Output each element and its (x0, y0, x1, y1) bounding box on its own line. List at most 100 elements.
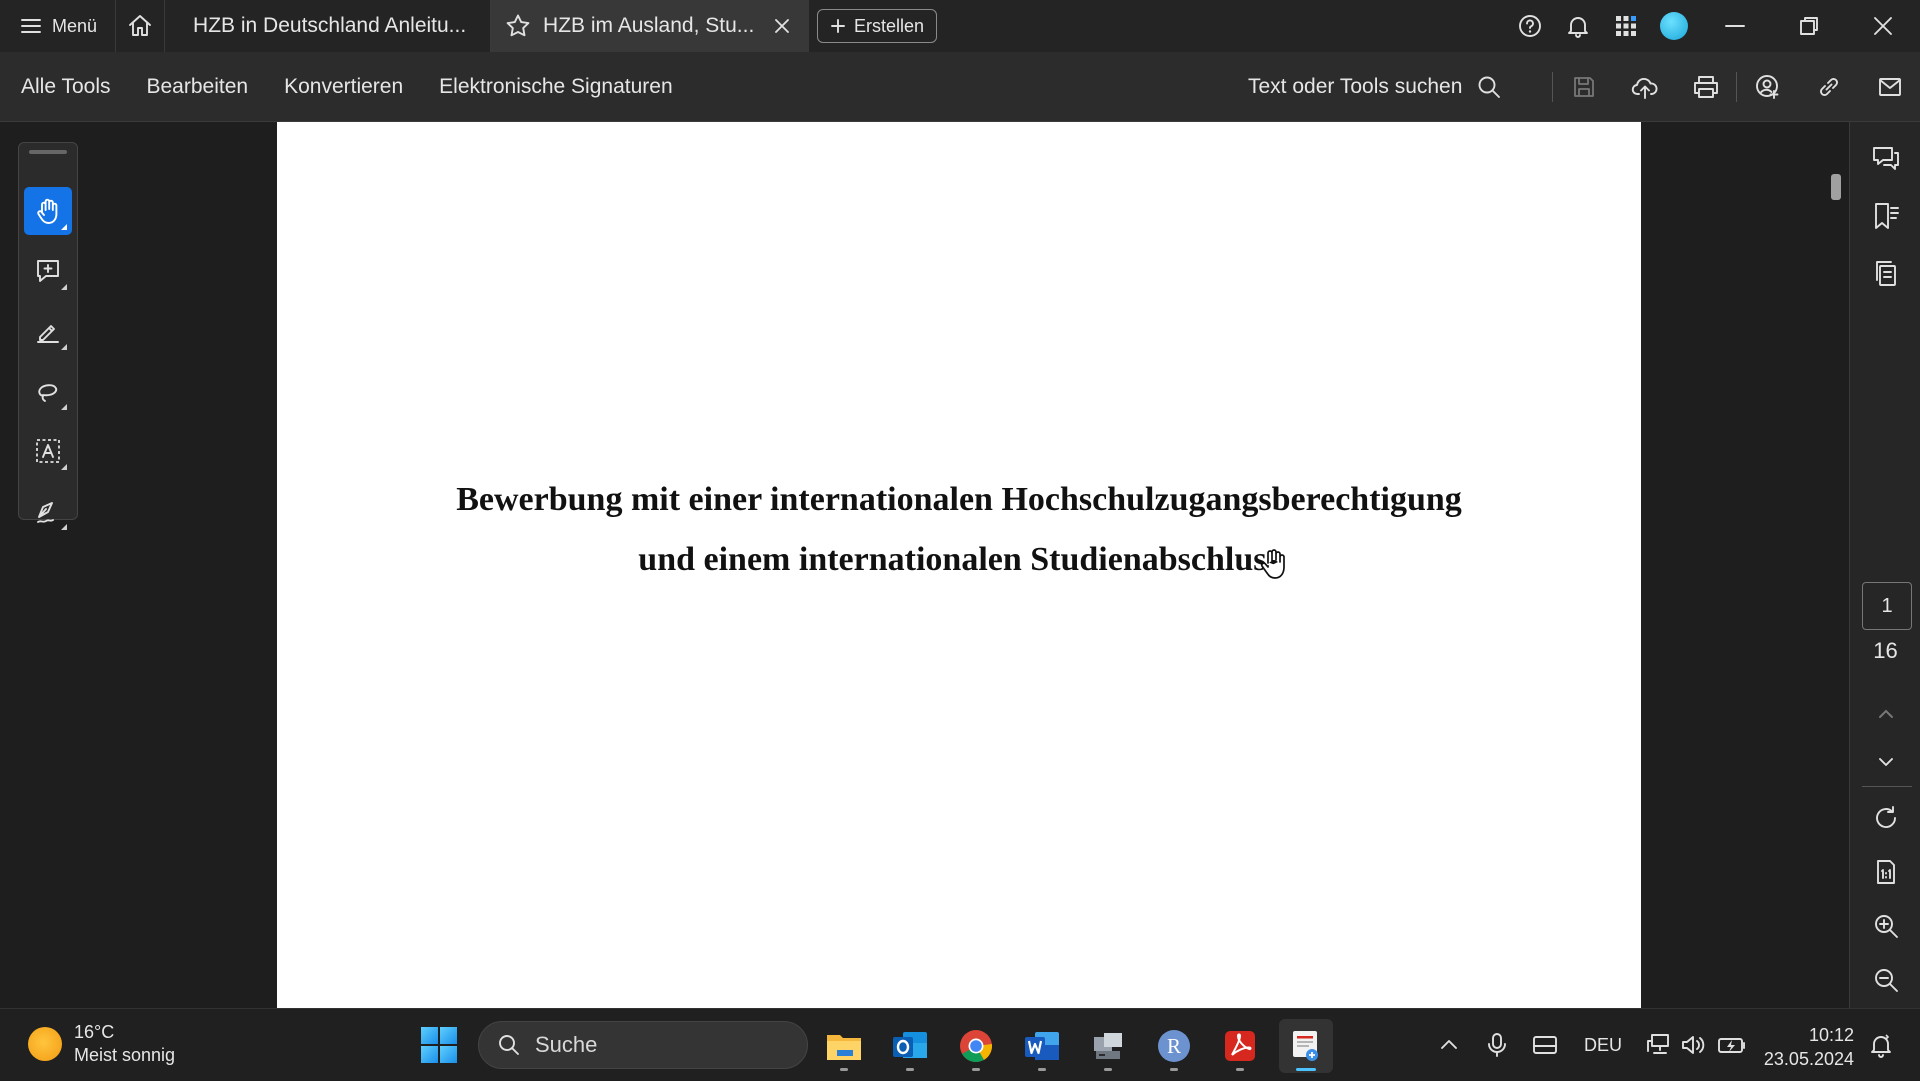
create-button[interactable]: Erstellen (817, 9, 938, 43)
hand-tool[interactable] (24, 187, 72, 235)
system-clock[interactable]: 10:12 23.05.2024 (1762, 1023, 1854, 1071)
user-avatar[interactable] (1660, 12, 1688, 40)
taskbar-search[interactable]: Suche (478, 1021, 808, 1069)
computer-network-icon (1094, 1033, 1122, 1059)
minimize-icon (1725, 25, 1745, 27)
close-window-button[interactable] (1846, 0, 1920, 52)
windows-logo-tile (421, 1046, 438, 1063)
tool-search-label: Text oder Tools suchen (1248, 75, 1463, 98)
menu-button[interactable]: Menü (0, 0, 115, 52)
weather-widget[interactable]: 16°C Meist sonnig (28, 1021, 175, 1067)
acrobat-icon (1225, 1031, 1255, 1061)
document-page[interactable]: Bewerbung mit einer internationalen Hoch… (277, 122, 1641, 1008)
left-panel (0, 122, 277, 1008)
rotate-button[interactable] (1850, 792, 1920, 844)
minimize-button[interactable] (1698, 0, 1772, 52)
taskbar-active-pdf-app[interactable] (1279, 1019, 1333, 1073)
more-options-indicator (61, 224, 67, 230)
home-button[interactable] (115, 0, 166, 52)
toolbar-actions (1552, 52, 1920, 122)
weather-description: Meist sonnig (74, 1045, 176, 1065)
svg-text:R: R (1167, 1034, 1181, 1058)
start-button[interactable] (421, 1027, 457, 1063)
zoom-in-icon (1874, 915, 1898, 938)
chrome-icon (960, 1030, 993, 1063)
share-button[interactable] (1737, 52, 1798, 122)
tab-label: HZB in Deutschland Anleitu... (193, 14, 467, 37)
save-button[interactable] (1553, 52, 1614, 122)
print-button[interactable] (1675, 52, 1736, 122)
taskbar-chrome[interactable] (949, 1019, 1003, 1073)
microphone-icon (1488, 1033, 1506, 1057)
running-indicator (840, 1068, 848, 1071)
rotate-icon (1875, 806, 1896, 828)
zoom-out-button[interactable] (1850, 954, 1920, 1006)
taskbar-r-app[interactable]: R (1147, 1019, 1201, 1073)
title-bar-right (1506, 0, 1920, 52)
quick-tools-bar (18, 142, 78, 530)
vertical-scrollbar[interactable] (1831, 174, 1841, 200)
highlight-tool[interactable] (24, 307, 72, 355)
taskbar-network-app[interactable] (1081, 1019, 1135, 1073)
network-status[interactable] (1644, 1009, 1674, 1081)
menu-all-tools[interactable]: Alle Tools (0, 75, 129, 99)
drag-handle[interactable] (29, 150, 67, 154)
weather-temperature: 16°C (74, 1022, 115, 1042)
outlook-icon (893, 1032, 927, 1058)
copy-link-button[interactable] (1798, 52, 1859, 122)
previous-page-button[interactable] (1850, 688, 1920, 740)
windows-logo-tile (440, 1046, 457, 1063)
volume-control[interactable] (1678, 1009, 1708, 1081)
microphone-button[interactable] (1480, 1009, 1514, 1081)
restore-icon (1800, 17, 1818, 35)
star-icon[interactable] (505, 13, 531, 39)
tab-hzb-ausland[interactable]: HZB im Ausland, Stu... (491, 0, 810, 52)
apps-button[interactable] (1602, 0, 1650, 52)
running-indicator (1236, 1068, 1244, 1071)
taskbar-acrobat[interactable] (1213, 1019, 1267, 1073)
windows-logo-tile (421, 1027, 438, 1044)
close-tab-icon[interactable] (773, 17, 791, 35)
right-panel-rail: 1 16 (1849, 122, 1920, 1008)
email-button[interactable] (1859, 52, 1920, 122)
show-hidden-icons-button[interactable] (1432, 1009, 1466, 1081)
language-label: DEU (1583, 1034, 1622, 1055)
pen-icon (37, 325, 59, 343)
notification-center-button[interactable] (1864, 1009, 1898, 1081)
menu-edit[interactable]: Bearbeiten (129, 75, 267, 99)
battery-status[interactable] (1714, 1009, 1750, 1081)
bookmarks-panel-button[interactable] (1850, 190, 1920, 242)
draw-tool[interactable] (24, 367, 72, 415)
menu-convert[interactable]: Konvertieren (266, 75, 421, 99)
comments-panel-button[interactable] (1850, 133, 1920, 185)
add-comment-tool[interactable] (24, 247, 72, 295)
help-button[interactable] (1506, 0, 1554, 52)
text-select-tool[interactable] (24, 427, 72, 475)
zoom-in-button[interactable] (1850, 900, 1920, 952)
upload-button[interactable] (1614, 52, 1675, 122)
text-box-icon (36, 439, 60, 463)
next-page-button[interactable] (1850, 736, 1920, 788)
taskbar-outlook[interactable] (883, 1019, 937, 1073)
restore-button[interactable] (1772, 0, 1846, 52)
tool-search[interactable]: Text oder Tools suchen (1248, 52, 1502, 122)
taskbar-word[interactable] (1015, 1019, 1069, 1073)
windows-logo-tile (440, 1027, 457, 1044)
notifications-button[interactable] (1554, 0, 1602, 52)
save-icon (1573, 77, 1594, 97)
tablet-mode-button[interactable] (1528, 1009, 1562, 1081)
input-language[interactable]: DEU (1578, 1009, 1628, 1081)
fit-page-button[interactable] (1850, 846, 1920, 898)
current-page-input[interactable]: 1 (1862, 582, 1912, 630)
search-icon (499, 1035, 519, 1055)
sign-tool[interactable] (24, 487, 72, 535)
menu-e-signatures[interactable]: Elektronische Signaturen (421, 75, 690, 99)
running-indicator (972, 1068, 980, 1071)
divider (1862, 786, 1912, 787)
pages-panel-button[interactable] (1850, 247, 1920, 299)
document-title-line-1: Bewerbung mit einer internationalen Hoch… (456, 481, 1462, 518)
hand-cursor-icon (1260, 549, 1285, 579)
bookmark-icon (1874, 203, 1899, 229)
taskbar-file-explorer[interactable] (817, 1019, 871, 1073)
tab-hzb-deutschland[interactable]: HZB in Deutschland Anleitu... (165, 0, 492, 52)
